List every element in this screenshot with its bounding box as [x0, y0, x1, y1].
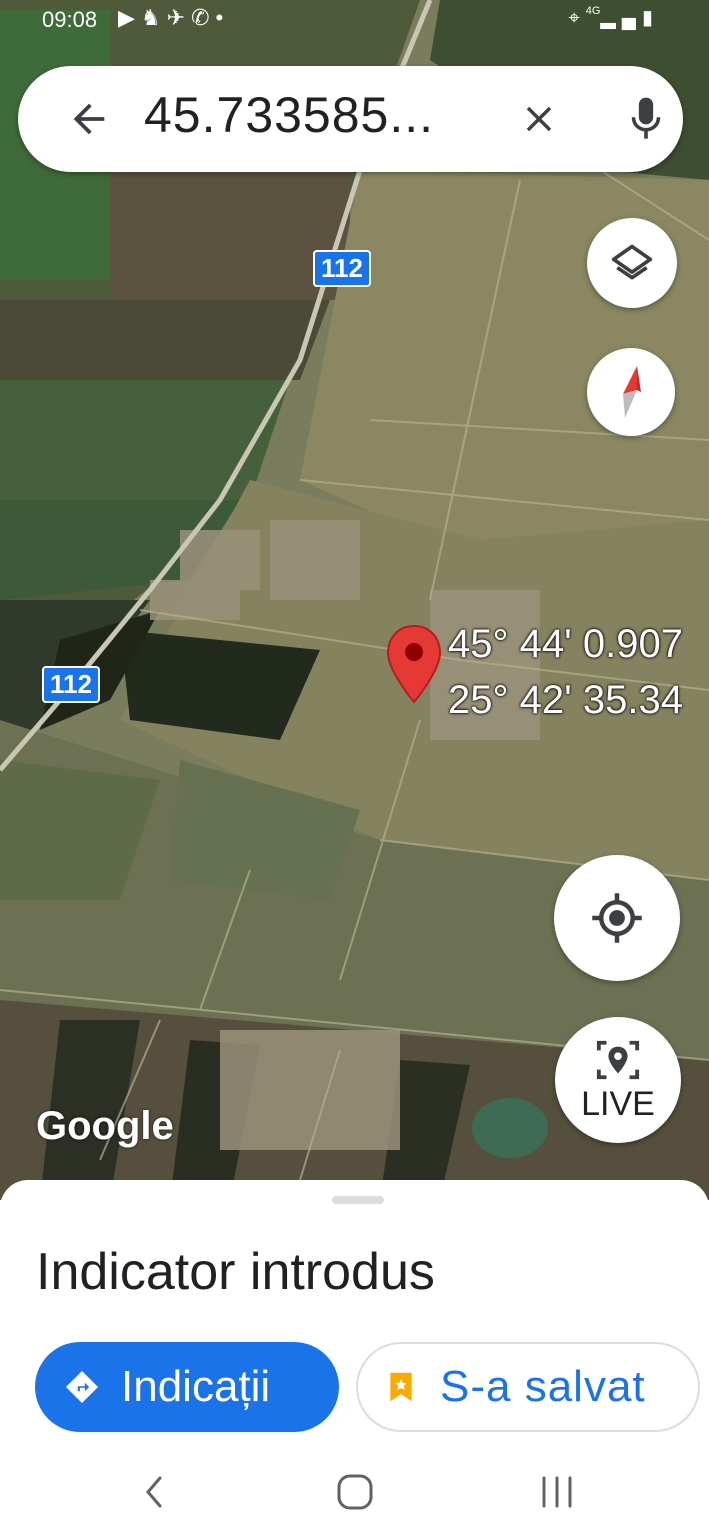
layers-icon — [611, 244, 653, 280]
road-shield-112: 112 — [313, 250, 371, 287]
my-location-icon — [592, 893, 642, 943]
google-logo: Google — [36, 1104, 174, 1148]
close-icon[interactable] — [518, 98, 560, 140]
status-right-icons: ⌖4G▂▄▮ — [568, 5, 659, 30]
youtube-icon: ▶ — [118, 5, 141, 30]
search-bar[interactable]: 45.733585... — [18, 66, 683, 172]
signal-icon: ▂▄ — [600, 7, 642, 29]
layers-button[interactable] — [587, 218, 677, 308]
system-navigation-bar — [0, 1446, 709, 1536]
plane-icon: ✈ — [166, 5, 192, 30]
network-type: 4G — [585, 5, 601, 17]
status-bar: 09:08 ▶♞✈✆• ⌖4G▂▄▮ — [0, 0, 709, 38]
directions-button[interactable]: Indicații — [35, 1342, 339, 1432]
live-view-icon — [596, 1040, 640, 1079]
battery-icon: ▮ — [641, 7, 659, 29]
location-icon: ⌖ — [568, 7, 586, 29]
saved-label: S-a salvat — [440, 1362, 646, 1411]
back-icon[interactable] — [130, 1472, 180, 1512]
road-shield-112-lower: 112 — [42, 666, 100, 703]
status-left-icons: ▶♞✈✆• — [118, 5, 229, 31]
saved-button[interactable]: S-a salvat — [356, 1342, 700, 1432]
drag-handle[interactable] — [332, 1196, 384, 1204]
latitude-text: 45° 44' 0.907 — [448, 622, 683, 666]
bookmark-icon — [390, 1372, 412, 1402]
directions-icon — [65, 1370, 99, 1404]
search-query-text[interactable]: 45.733585... — [144, 86, 434, 144]
call-icon: ✆ — [191, 5, 216, 30]
directions-label: Indicații — [121, 1362, 271, 1411]
dot-icon: • — [215, 5, 230, 30]
my-location-button[interactable] — [554, 855, 680, 981]
recents-icon[interactable] — [532, 1472, 582, 1512]
live-label: LIVE — [581, 1084, 655, 1123]
status-time: 09:08 — [42, 7, 98, 32]
home-icon[interactable] — [330, 1472, 380, 1512]
notification-icon: ♞ — [140, 5, 167, 30]
compass-icon — [623, 366, 641, 418]
mic-icon[interactable] — [624, 94, 668, 144]
sheet-title: Indicator introdus — [36, 1243, 435, 1301]
compass-button[interactable] — [587, 348, 675, 436]
longitude-text: 25° 42' 35.34 — [448, 678, 683, 722]
live-view-button[interactable]: LIVE — [555, 1017, 681, 1143]
map-pin-icon[interactable] — [385, 624, 443, 704]
arrow-back-icon[interactable] — [66, 96, 112, 142]
coordinates-label: 45° 44' 0.907 25° 42' 35.34 — [448, 616, 683, 728]
